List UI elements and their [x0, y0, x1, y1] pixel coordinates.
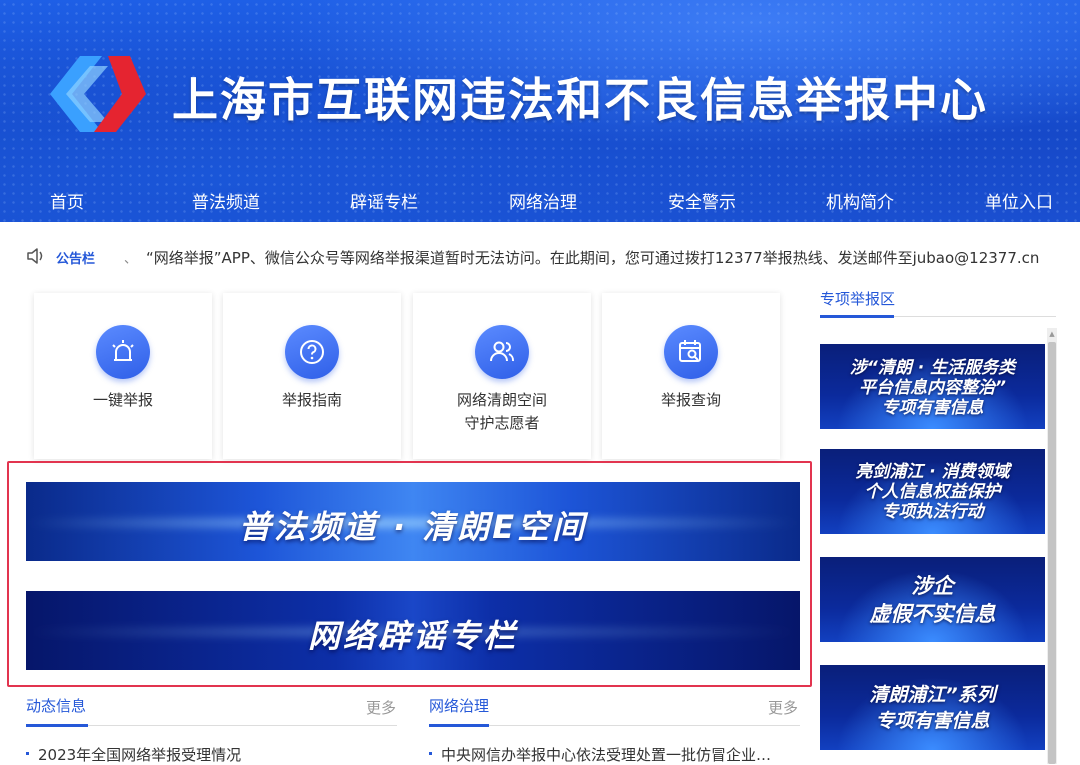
sidebar-title: 专项举报区 — [820, 290, 896, 308]
news-item[interactable]: 2023年全国网络举报受理情况 — [38, 744, 394, 765]
card-icon-wrap — [664, 325, 718, 379]
special-banner-line: 个人信息权益保护 — [864, 482, 1001, 502]
card-label: 一键举报 — [92, 391, 153, 409]
site-logo-icon[interactable] — [50, 52, 146, 136]
card-icon-wrap — [475, 325, 529, 379]
notice-label: 公告栏 — [56, 252, 96, 267]
special-banner-line: 亮剑浦江 · 消费领域 — [855, 462, 1010, 482]
question-icon — [300, 340, 324, 364]
site-header: 上海市互联网违法和不良信息举报中心 首页 普法频道 辟谣专栏 网络治理 安全警示… — [0, 0, 1080, 222]
nav-security-warning[interactable]: 安全警示 — [668, 188, 736, 213]
site-title: 上海市互联网违法和不良信息举报中心 — [172, 73, 988, 127]
bullet-icon — [429, 752, 432, 755]
nav-about[interactable]: 机构简介 — [826, 188, 894, 213]
speaker-icon — [27, 248, 43, 264]
special-banner-line: 专项执法行动 — [881, 502, 984, 522]
sidebar-scrollbar-thumb[interactable] — [1048, 342, 1056, 764]
section-title-governance[interactable]: 网络治理 — [429, 695, 489, 716]
card-label: 网络清朗空间 守护志愿者 — [413, 389, 591, 435]
main-nav: 首页 普法频道 辟谣专栏 网络治理 安全警示 机构简介 单位入口 — [0, 178, 1080, 222]
card-label-line1: 网络清朗空间 — [456, 391, 547, 409]
section-title-underline — [26, 724, 88, 727]
nav-unit-entry[interactable]: 单位入口 — [985, 188, 1053, 213]
sidebar-title-underline — [820, 315, 894, 318]
special-banner-line: 平台信息内容整治” — [859, 378, 1006, 398]
banner-text: 普法频道 · 清朗E空间 — [238, 508, 588, 546]
special-banner-4[interactable]: 清朗浦江”系列 专项有害信息 — [820, 665, 1045, 750]
special-banner-3[interactable]: 涉企 虚假不实信息 — [820, 557, 1045, 642]
nav-network-governance[interactable]: 网络治理 — [509, 188, 577, 213]
special-banner-line: 涉“清朗 · 生活服务类 — [849, 358, 1016, 378]
card-label: 举报指南 — [281, 391, 342, 409]
users-icon — [490, 341, 514, 362]
alarm-icon — [112, 340, 134, 361]
banner-law-channel[interactable]: 普法频道 · 清朗E空间 — [26, 482, 800, 561]
special-banner-line: 专项有害信息 — [875, 710, 990, 732]
card-icon-wrap — [285, 325, 339, 379]
special-banner-line: 虚假不实信息 — [869, 602, 996, 626]
special-banner-1[interactable]: 涉“清朗 · 生活服务类 平台信息内容整治” 专项有害信息 — [820, 344, 1045, 429]
card-report-query[interactable]: 举报查询 — [602, 293, 780, 459]
calendar-search-icon — [679, 340, 701, 362]
more-link-governance[interactable]: 更多 — [768, 697, 798, 718]
notice-text[interactable]: “网络举报”APP、微信公众号等网络举报渠道暂时无法访问。在此期间，您可通过拨打… — [146, 247, 1039, 268]
notice-bar: 公告栏 、 “网络举报”APP、微信公众号等网络举报渠道暂时无法访问。在此期间，… — [24, 244, 1080, 270]
banner-rumor-column[interactable]: 网络辟谣专栏 — [26, 591, 800, 670]
card-label-line2: 守护志愿者 — [464, 414, 540, 432]
card-one-click-report[interactable]: 一键举报 — [34, 293, 212, 459]
special-banner-line: 涉企 — [911, 574, 954, 598]
notice-separator: 、 — [124, 252, 138, 267]
card-label: 举报查询 — [660, 391, 721, 409]
banner-text: 网络辟谣专栏 — [307, 617, 518, 655]
section-title-news[interactable]: 动态信息 — [26, 695, 86, 716]
scroll-up-icon[interactable]: ▲ — [1048, 330, 1056, 338]
special-banner-2[interactable]: 亮剑浦江 · 消费领域 个人信息权益保护 专项执法行动 — [820, 449, 1045, 534]
card-icon-wrap — [96, 325, 150, 379]
more-link-news[interactable]: 更多 — [366, 697, 396, 718]
nav-law-channel[interactable]: 普法频道 — [192, 188, 260, 213]
special-banner-line: 专项有害信息 — [881, 398, 984, 418]
bullet-icon — [26, 752, 29, 755]
special-banner-line: 清朗浦江”系列 — [869, 684, 996, 706]
news-item[interactable]: 中央网信办举报中心依法受理处置一批仿冒企业… — [441, 744, 797, 765]
nav-rumor-column[interactable]: 辟谣专栏 — [350, 188, 418, 213]
section-title-underline — [429, 724, 489, 727]
card-report-guide[interactable]: 举报指南 — [223, 293, 401, 459]
nav-home[interactable]: 首页 — [50, 188, 84, 213]
card-volunteer[interactable]: 网络清朗空间 守护志愿者 — [413, 293, 591, 459]
